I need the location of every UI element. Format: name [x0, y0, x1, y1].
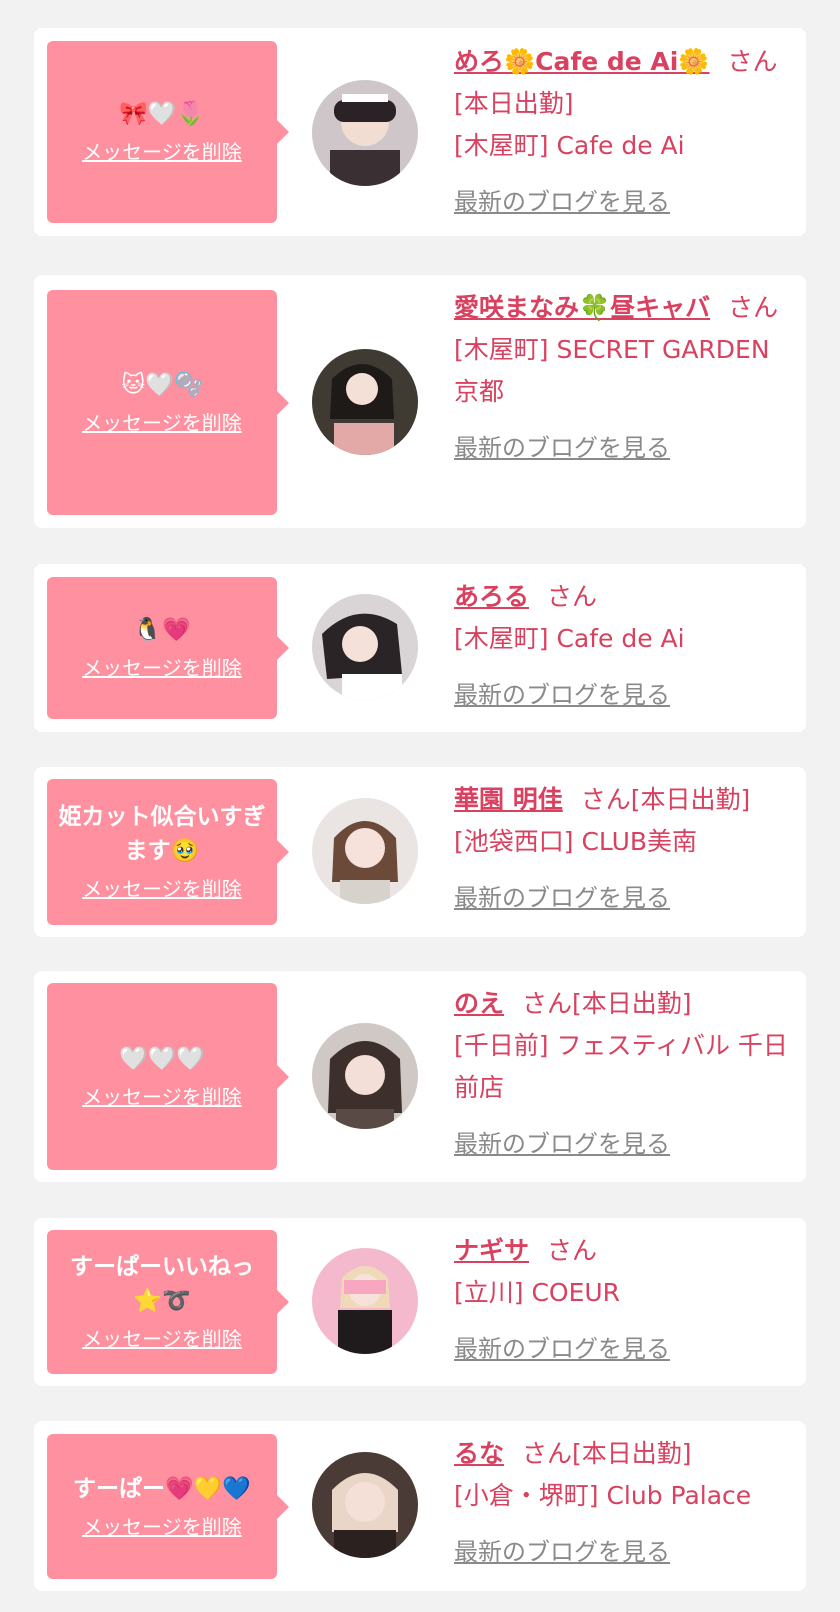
- message-bubble: 姫カット似合いすぎます🥹 メッセージを削除: [47, 779, 289, 925]
- list-item: 🤍🤍🤍 メッセージを削除 のえ さん[本日出勤] [千日前] フェスティバル 千日…: [34, 971, 806, 1182]
- delete-message-link[interactable]: メッセージを削除: [82, 137, 242, 167]
- work-status: [本日出勤]: [572, 1439, 692, 1468]
- delete-message-link[interactable]: メッセージを削除: [82, 874, 242, 904]
- list-item: 🎀🤍🌷 メッセージを削除 めろ🌼Cafe de Ai🌼 さん [本日出勤] [木屋町…: [34, 28, 806, 236]
- avatar[interactable]: [312, 594, 418, 700]
- message-text: 🎀🤍🌷: [119, 101, 205, 127]
- latest-blog-link[interactable]: 最新のブログを見る: [454, 181, 670, 223]
- cast-name-link[interactable]: るな: [454, 1439, 504, 1468]
- message-text: 🤍🤍🤍: [119, 1045, 205, 1072]
- avatar[interactable]: [312, 798, 418, 904]
- cast-name-link[interactable]: ナギサ: [454, 1236, 529, 1265]
- shop-name: [池袋西口] CLUB美南: [454, 827, 698, 856]
- list-item: 姫カット似合いすぎます🥹 メッセージを削除 華園 明佳 さん[本日出勤] [池袋西…: [34, 767, 806, 937]
- latest-blog-link[interactable]: 最新のブログを見る: [454, 674, 670, 716]
- latest-blog-link[interactable]: 最新のブログを見る: [454, 427, 670, 469]
- honorific: さん: [522, 989, 573, 1018]
- delete-message-link[interactable]: メッセージを削除: [82, 1324, 242, 1354]
- message-bubble: 🐧💗 メッセージを削除: [47, 577, 289, 719]
- honorific: さん: [580, 785, 631, 814]
- honorific: さん: [727, 47, 778, 76]
- message-text: 🐧💗: [133, 617, 191, 643]
- avatar[interactable]: [312, 1452, 418, 1558]
- honorific: さん: [547, 1236, 598, 1265]
- avatar[interactable]: [312, 349, 418, 455]
- entry-info: のえ さん[本日出勤] [千日前] フェスティバル 千日前店 最新のブログを見る: [454, 983, 794, 1165]
- message-bubble: すーぱーいいねっ⭐️➰ メッセージを削除: [47, 1230, 289, 1374]
- list-item: すーぱーいいねっ⭐️➰ メッセージを削除 ナギサ さん [立川] COEUR 最新…: [34, 1218, 806, 1386]
- shop-name: [木屋町] Cafe de Ai: [454, 131, 685, 160]
- message-text: 姫カット似合いすぎます🥹: [58, 804, 266, 864]
- work-status: [本日出勤]: [454, 89, 574, 118]
- delete-message-link[interactable]: メッセージを削除: [82, 408, 242, 438]
- work-status: [本日出勤]: [630, 785, 751, 814]
- delete-message-link[interactable]: メッセージを削除: [82, 1082, 242, 1112]
- message-bubble: すーぱー💗💛💙 メッセージを削除: [47, 1434, 289, 1579]
- list-item: すーぱー💗💛💙 メッセージを削除 るな さん[本日出勤] [小倉・堺町] Club…: [34, 1421, 806, 1591]
- delete-message-link[interactable]: メッセージを削除: [82, 1512, 242, 1542]
- honorific: さん: [522, 1439, 573, 1468]
- cast-name-link[interactable]: めろ🌼Cafe de Ai🌼: [454, 47, 709, 76]
- avatar[interactable]: [312, 1023, 418, 1129]
- cast-name-link[interactable]: 華園 明佳: [454, 785, 563, 814]
- cast-name-link[interactable]: のえ: [454, 989, 504, 1018]
- work-status: [本日出勤]: [572, 989, 692, 1018]
- delete-message-link[interactable]: メッセージを削除: [82, 653, 242, 683]
- avatar[interactable]: [312, 80, 418, 186]
- latest-blog-link[interactable]: 最新のブログを見る: [454, 877, 670, 919]
- entry-info: めろ🌼Cafe de Ai🌼 さん[本日出勤] [木屋町] Cafe de Ai …: [454, 41, 794, 223]
- latest-blog-link[interactable]: 最新のブログを見る: [454, 1328, 670, 1370]
- message-text: 🐱🤍🫧: [121, 371, 203, 398]
- message-text: すーぱー💗💛💙: [73, 1475, 251, 1502]
- message-bubble: 🐱🤍🫧 メッセージを削除: [47, 290, 289, 515]
- shop-name: [千日前] フェスティバル 千日前店: [454, 1031, 788, 1102]
- latest-blog-link[interactable]: 最新のブログを見る: [454, 1531, 670, 1573]
- shop-name: [立川] COEUR: [454, 1278, 621, 1307]
- entry-info: 愛咲まなみ🍀昼キャバ さん [木屋町] SECRET GARDEN 京都 最新のブ…: [454, 287, 794, 469]
- honorific: さん: [547, 582, 598, 611]
- shop-name: [小倉・堺町] Club Palace: [454, 1481, 752, 1510]
- avatar[interactable]: [312, 1248, 418, 1354]
- entry-info: 華園 明佳 さん[本日出勤] [池袋西口] CLUB美南 最新のブログを見る: [454, 779, 794, 919]
- entry-info: るな さん[本日出勤] [小倉・堺町] Club Palace 最新のブログを見る: [454, 1433, 794, 1573]
- entry-info: あろる さん [木屋町] Cafe de Ai 最新のブログを見る: [454, 576, 794, 716]
- latest-blog-link[interactable]: 最新のブログを見る: [454, 1123, 670, 1165]
- message-bubble: 🤍🤍🤍 メッセージを削除: [47, 983, 289, 1170]
- message-text: すーぱーいいねっ⭐️➰: [70, 1254, 254, 1314]
- cast-name-link[interactable]: あろる: [454, 582, 529, 611]
- shop-name: [木屋町] SECRET GARDEN 京都: [454, 335, 770, 406]
- message-bubble: 🎀🤍🌷 メッセージを削除: [47, 41, 289, 223]
- entry-info: ナギサ さん [立川] COEUR 最新のブログを見る: [454, 1230, 794, 1370]
- message-list: 🎀🤍🌷 メッセージを削除 めろ🌼Cafe de Ai🌼 さん[本日出勤] [木屋町…: [0, 0, 840, 1612]
- list-item: 🐱🤍🫧 メッセージを削除 愛咲まなみ🍀昼キャバ さん [木屋町] SECRET G…: [34, 275, 806, 528]
- list-item: 🐧💗 メッセージを削除 あろる さん [木屋町] Cafe de Ai 最新のブロ…: [34, 564, 806, 732]
- cast-name-link[interactable]: 愛咲まなみ🍀昼キャバ: [454, 293, 710, 322]
- honorific: さん: [728, 293, 779, 322]
- shop-name: [木屋町] Cafe de Ai: [454, 624, 685, 653]
